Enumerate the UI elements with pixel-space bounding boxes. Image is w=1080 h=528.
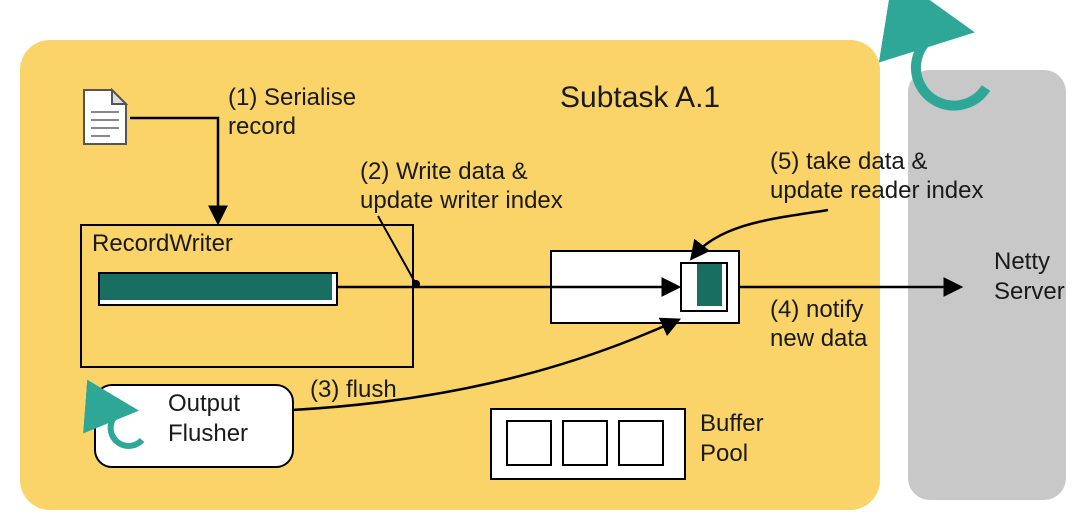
step-3-label: (3) flush <box>310 376 397 405</box>
document-icon <box>82 88 128 146</box>
netty-server-label-1: Netty <box>994 248 1050 277</box>
record-writer-label: RecordWriter <box>92 230 233 259</box>
buffer-cell-3 <box>618 420 664 466</box>
step-4-label: (4) notify new data <box>770 296 867 354</box>
buffer-pool-label-1: Buffer <box>700 410 764 439</box>
buffer-pool-label-2: Pool <box>700 440 748 469</box>
buffer-cell-1 <box>506 420 552 466</box>
netty-server-label-2: Server <box>994 278 1065 307</box>
step-5-label: (5) take data & update reader index <box>770 148 984 206</box>
step-1-label: (1) Serialise record <box>228 84 356 142</box>
output-flusher-label-2: Flusher <box>168 420 248 449</box>
diagram-stage: Subtask A.1 RecordWriter Output Flusher … <box>0 0 1080 528</box>
reader-buffer-fill <box>697 264 722 306</box>
record-writer-bar-fill <box>100 274 332 300</box>
step-2-label: (2) Write data & update writer index <box>360 158 563 216</box>
buffer-cell-2 <box>562 420 608 466</box>
output-flusher-label-1: Output <box>168 390 240 419</box>
subtask-title: Subtask A.1 <box>560 80 720 116</box>
